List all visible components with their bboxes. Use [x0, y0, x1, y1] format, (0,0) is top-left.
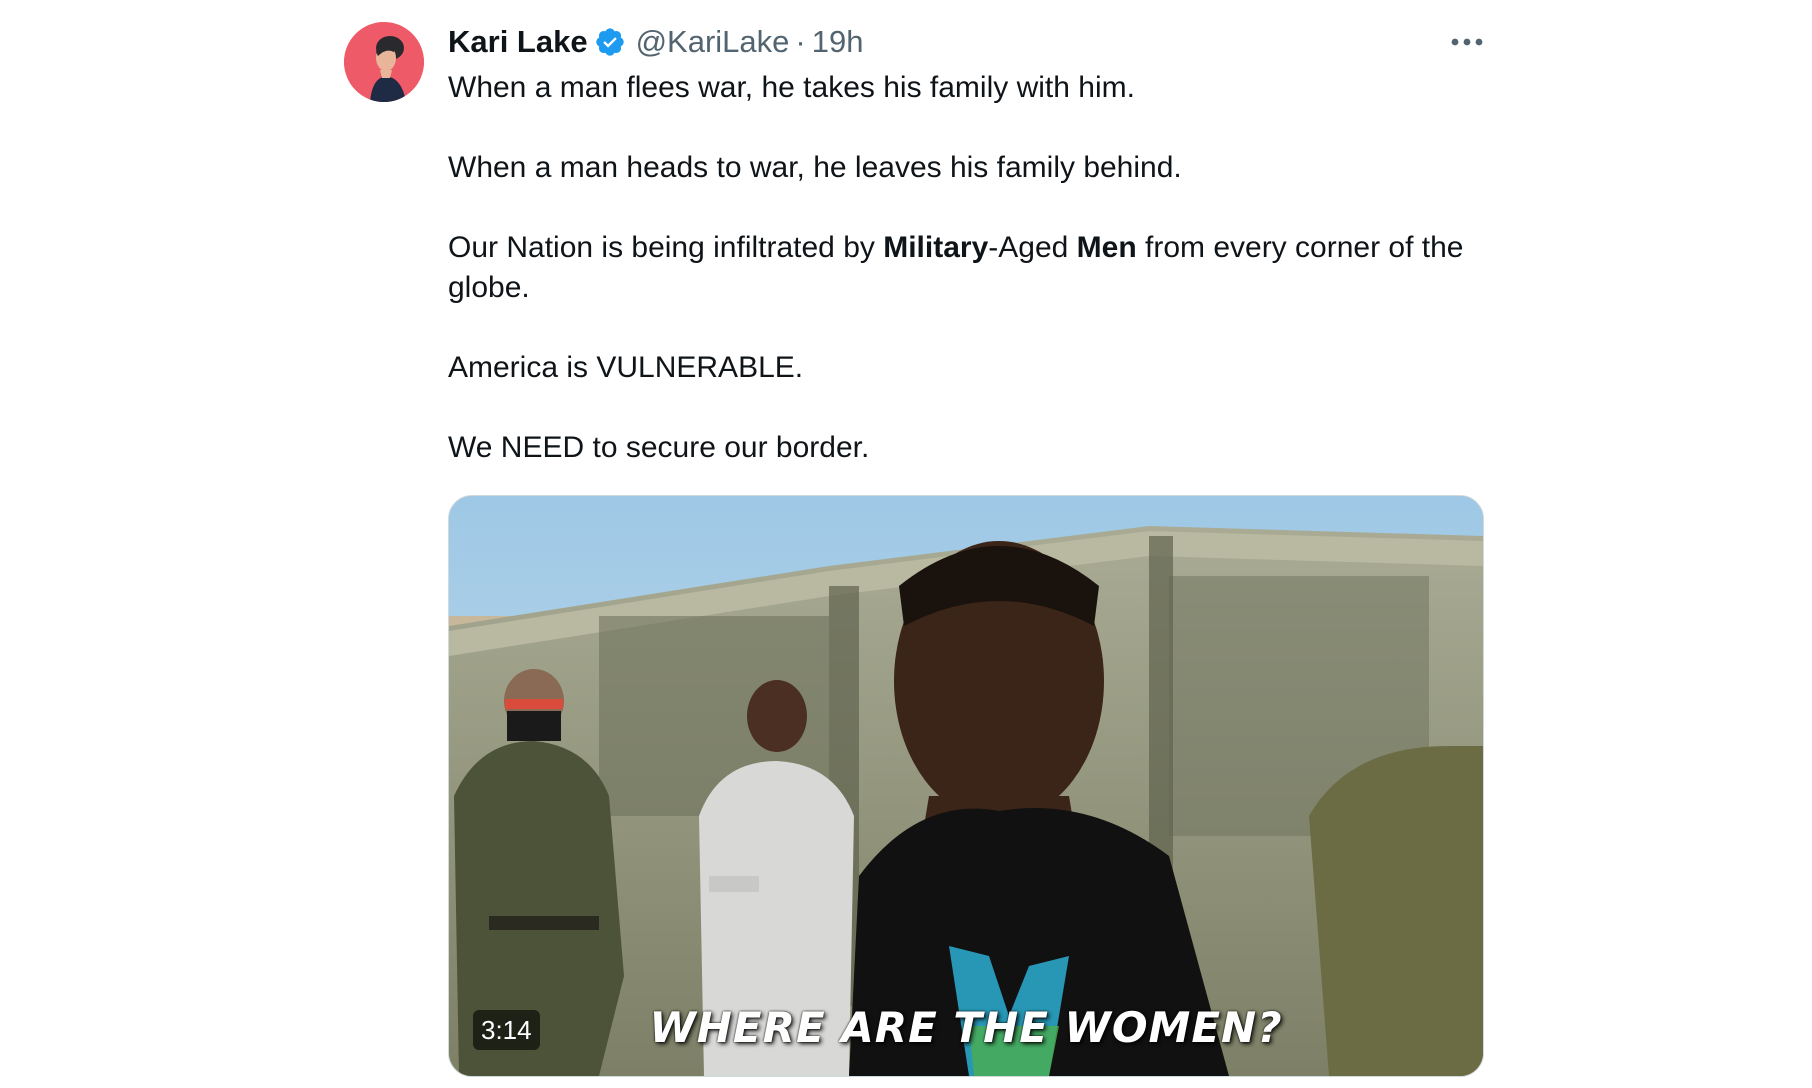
tweet-text-span: -Aged — [988, 231, 1077, 264]
tweet-timestamp[interactable]: 19h — [812, 22, 864, 62]
video-player[interactable]: 3:14 WHERE ARE THE WOMEN? — [448, 495, 1484, 1077]
video-thumbnail — [449, 496, 1483, 1076]
tweet-text-span: Our Nation is being infiltrated by — [448, 231, 884, 264]
video-caption: WHERE ARE THE WOMEN? — [649, 1003, 1283, 1052]
tweet-bold-text: Military — [883, 231, 989, 264]
tweet-paragraph: Our Nation is being infiltrated by Milit… — [448, 228, 1484, 308]
tweet-paragraph: When a man heads to war, he leaves his f… — [448, 151, 1182, 184]
verified-badge-icon[interactable] — [594, 26, 626, 58]
author-name[interactable]: Kari Lake — [448, 22, 588, 62]
tweet-paragraph: When a man flees war, he takes his famil… — [448, 71, 1135, 104]
header-separator: · — [795, 24, 806, 59]
tweet-paragraph: We NEED to secure our border. — [448, 431, 870, 464]
tweet-header: Kari Lake @KariLake · 19h — [448, 22, 1484, 62]
more-options-button[interactable] — [1428, 22, 1484, 62]
author-avatar[interactable] — [344, 22, 424, 102]
tweet-bold-text: Men — [1076, 231, 1137, 264]
more-horizontal-icon — [1451, 38, 1483, 46]
profile-photo-icon — [344, 22, 424, 102]
tweet-text: When a man flees war, he takes his famil… — [448, 68, 1484, 468]
author-handle[interactable]: @KariLake — [636, 22, 790, 62]
tweet-paragraph: America is VULNERABLE. — [448, 351, 804, 384]
